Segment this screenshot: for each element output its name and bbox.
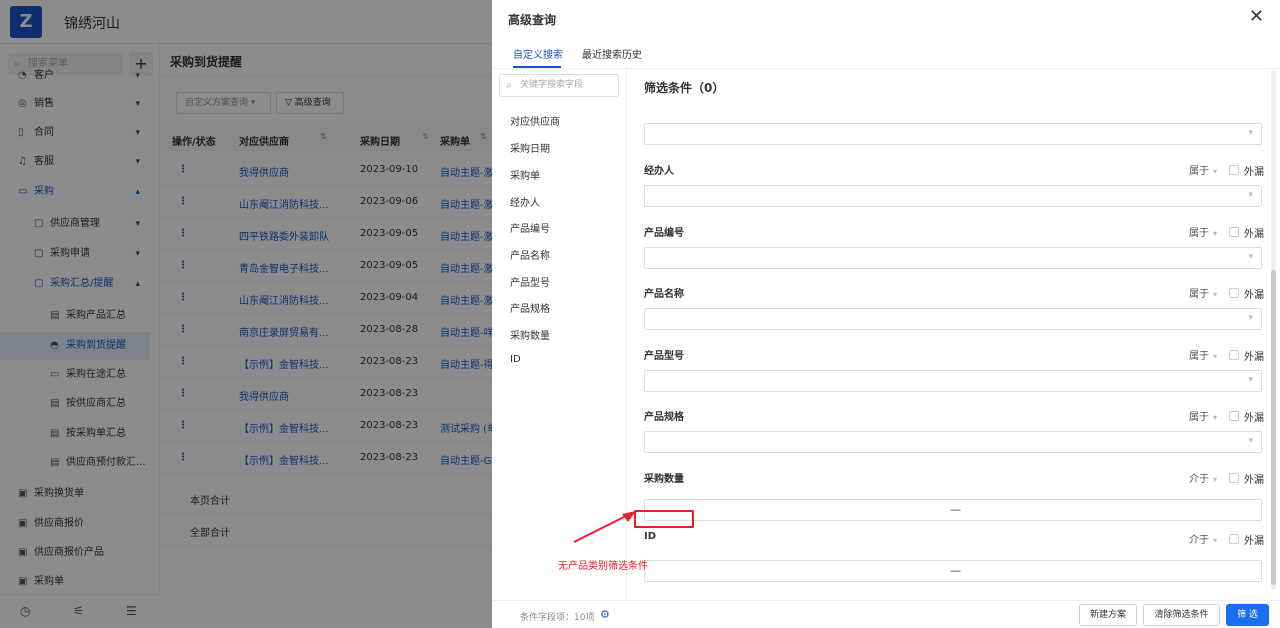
field-item[interactable]: 产品型号 [510,274,550,289]
chevron-down-icon: ▾ [1213,290,1218,299]
filter-select-supplier[interactable]: ▾ [644,123,1262,145]
exclude-checkbox[interactable] [1229,349,1239,360]
chevron-down-icon: ▾ [1248,190,1253,200]
filter-label: 产品名称 [644,289,684,300]
exclude-checkbox[interactable] [1229,411,1239,421]
exclude-label: 外漏 [1244,536,1264,547]
exclude-label: 外漏 [1244,290,1264,301]
chevron-down-icon: ▾ [1248,436,1253,446]
chevron-down-icon: ▾ [1213,351,1218,361]
chevron-down-icon: ▾ [1248,313,1253,323]
operator-label: 属于 [1189,350,1209,362]
operator-label: 属于 [1189,412,1209,423]
filter-select[interactable]: ▾ [644,431,1262,453]
exclude-label: 外漏 [1244,413,1264,424]
operator-select[interactable]: 介于 ▾ [1189,470,1217,485]
exclude-label: 外漏 [1244,167,1264,178]
chevron-down-icon: ▾ [1213,474,1218,484]
exclude-label: 外漏 [1244,474,1264,486]
operator-select[interactable]: 属于 ▾ [1189,162,1217,177]
drawer-footer: 条件字段项：10项 ⚙ 新建方案 清除筛选条件 筛 选 [492,600,1280,628]
filter-range-input[interactable]: — [644,560,1262,582]
new-scheme-button[interactable]: 新建方案 [1079,604,1137,626]
filter-label: 采购数量 [644,473,684,485]
exclude-checkbox[interactable] [1229,165,1239,175]
keyword-placeholder: 关键字搜索字段 [520,80,584,90]
field-item[interactable]: 产品规格 [510,300,550,315]
filter-select[interactable]: ▾ [644,246,1262,269]
operator-label: 属于 [1189,289,1209,300]
operator-label: 属于 [1189,227,1209,239]
operator-select[interactable]: 属于 ▾ [1189,224,1217,239]
tab-search-history[interactable]: 最近搜索历史 [582,46,642,61]
exclude-label: 外漏 [1244,228,1264,240]
range-separator: — [950,502,961,516]
field-item[interactable]: ID [510,354,521,365]
keyword-search-input[interactable]: ⌕ 关键字搜索字段 [499,74,619,97]
settings-sliders-icon[interactable]: ⚙ [600,608,610,621]
field-item[interactable]: 采购数量 [510,327,550,342]
close-icon[interactable]: ✕ [1249,6,1264,27]
range-separator: — [950,564,961,577]
operator-select[interactable]: 属于 ▾ [1189,347,1217,362]
field-item[interactable]: 对应供应商 [510,113,560,128]
filter-select[interactable]: ▾ [644,185,1262,207]
chevron-down-icon: ▾ [1248,128,1253,138]
scrollbar[interactable] [1271,70,1276,590]
field-item[interactable]: 产品名称 [510,247,550,262]
operator-select[interactable]: 介于 ▾ [1189,531,1217,546]
tab-custom-search[interactable]: 自定义搜索 [513,46,563,61]
filter-label: ID [644,531,657,542]
exclude-checkbox[interactable] [1229,288,1239,298]
exclude-label: 外漏 [1244,351,1264,363]
operator-select[interactable]: 属于 ▾ [1189,285,1217,300]
filter-select[interactable]: ▾ [644,308,1262,330]
drawer-title: 高级查询 [508,13,557,27]
operator-label: 属于 [1189,166,1209,177]
chevron-down-icon: ▾ [1248,251,1253,262]
filter-button[interactable]: 筛 选 [1226,604,1269,626]
filter-range-input[interactable]: — [644,498,1262,521]
chevron-down-icon: ▾ [1213,167,1218,176]
annotation-arrow [573,511,636,543]
annotation-highlight-box [634,510,694,528]
filter-label: 经办人 [644,166,674,177]
filter-conditions-header: 筛选条件（0） [644,81,725,95]
exclude-checkbox[interactable] [1229,472,1239,483]
chevron-down-icon: ▾ [1213,413,1218,422]
clear-filters-button[interactable]: 清除筛选条件 [1143,604,1220,626]
field-item[interactable]: 经办人 [510,194,540,209]
exclude-checkbox[interactable] [1229,226,1239,237]
field-item[interactable]: 产品编号 [510,220,550,235]
annotation-text: 无产品类别筛选条件 [558,561,648,572]
exclude-checkbox[interactable] [1229,534,1239,544]
operator-select[interactable]: 属于 ▾ [1189,408,1217,423]
search-icon: ⌕ [506,80,512,91]
filter-select[interactable]: ▾ [644,369,1262,392]
operator-label: 介于 [1189,535,1209,546]
chevron-down-icon: ▾ [1213,228,1218,238]
field-item[interactable]: 采购日期 [510,140,550,155]
filter-label: 产品编号 [644,227,684,239]
field-item[interactable]: 采购单 [510,167,540,182]
chevron-down-icon: ▾ [1213,536,1218,545]
chevron-down-icon: ▾ [1248,374,1253,385]
scrollbar-thumb[interactable] [1271,270,1276,585]
filter-label: 产品规格 [644,412,684,423]
operator-label: 介于 [1189,473,1209,485]
filter-label: 产品型号 [644,350,684,362]
condition-count: 条件字段项：10项 [520,613,595,623]
